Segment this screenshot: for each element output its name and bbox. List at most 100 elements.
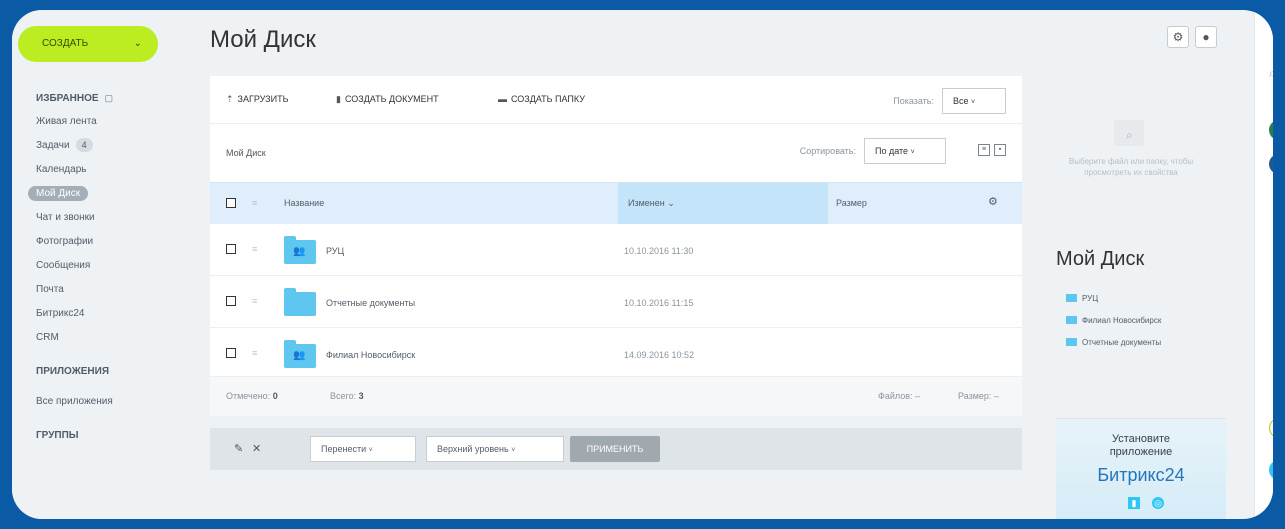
users-icon: 👥 (293, 246, 306, 257)
drive-folder-item[interactable]: Филиал Новосибирск (1066, 314, 1161, 336)
files-sum: Файлов: – (878, 391, 921, 401)
size-sum: Размер: – (958, 391, 999, 401)
column-modified[interactable]: Изменен ⌄ (618, 183, 828, 224)
app-promo-banner[interactable]: Установите приложение Битрикс24 ▮ ◎ (1056, 418, 1226, 519)
sidebar-item-label: Сообщения (36, 260, 91, 271)
sidebar-item-messages[interactable]: Сообщения (12, 254, 190, 278)
row-checkbox[interactable] (226, 244, 236, 254)
target-icon: ◎ (1152, 497, 1164, 509)
sidebar-item-label: ГРУППЫ (36, 430, 79, 441)
show-filter-value: Все (953, 96, 969, 106)
drive-folder-item[interactable]: Отчетные документы (1066, 336, 1161, 358)
table-footer: Отмечено: 0 Всего: 3 Файлов: – Размер: – (210, 376, 1022, 416)
pencil-icon[interactable]: ✎ (234, 442, 243, 455)
drag-handle-icon[interactable]: ≡ (252, 296, 257, 306)
sidebar-item-my-drive[interactable]: Мой Диск (12, 182, 190, 206)
drive-title: Мой Диск (1056, 248, 1145, 270)
sidebar-item-all-apps[interactable]: Все приложения (12, 390, 190, 414)
sidebar-item-calendar[interactable]: Календарь (12, 158, 190, 182)
create-button-label: создать (42, 38, 89, 49)
sidebar-item-chat[interactable]: Чат и звонки (12, 206, 190, 230)
selected-value: 0 (272, 391, 278, 401)
folder-icon: ▬ (498, 94, 507, 104)
breadcrumb-row: Мой Диск Сортировать: По дате ˅ ≡ ▪ (210, 124, 1022, 182)
total-count: Всего: 3 (330, 391, 364, 401)
column-modified-label: Изменен (628, 198, 665, 208)
file-name[interactable]: Филиал Новосибирск (326, 350, 415, 360)
gear-icon[interactable]: ⚙ (988, 195, 998, 208)
total-value: 3 (358, 391, 364, 401)
sidebar-item-label: Все приложения (36, 396, 113, 407)
table-row[interactable]: ≡ 👥 Филиал Новосибирск 14.09.2016 10:52 (210, 328, 1022, 380)
move-select[interactable]: Перенести ˅ (310, 436, 416, 462)
toolbar: ⇡ ЗАГРУЗИТЬ ▮ СОЗДАТЬ ДОКУМЕНТ ▬ СОЗДАТЬ ПА… (210, 76, 1022, 124)
close-icon[interactable]: ✕ (252, 442, 261, 455)
chat-bubble-icon[interactable]: ◖ (1269, 120, 1273, 140)
gear-icon[interactable]: ⚙ (1167, 26, 1189, 48)
breadcrumb[interactable]: Мой Диск (226, 148, 266, 158)
sidebar-item-label: ПРИЛОЖЕНИЯ (36, 366, 110, 377)
promo-brand: Битрикс24 (1097, 465, 1185, 485)
select-all-checkbox[interactable] (226, 198, 236, 208)
sort-value: По дате (875, 146, 909, 156)
apply-button[interactable]: применить (570, 436, 660, 462)
sidebar-item-mail[interactable]: Почта (12, 278, 190, 302)
column-size[interactable]: Размер (836, 198, 867, 208)
drag-handle-icon[interactable]: ≡ (252, 348, 257, 358)
create-document-button[interactable]: ▮ СОЗДАТЬ ДОКУМЕНТ (336, 94, 439, 105)
chevron-down-icon: ⌄ (133, 38, 142, 49)
files-label: Файлов: (878, 391, 913, 401)
sort-desc-icon: ⌄ (667, 198, 675, 208)
preview-area: Выберите файл или папку, чтобы просмотре… (1036, 76, 1220, 214)
create-folder-button[interactable]: ▬ СОЗДАТЬ ПАПКУ (498, 94, 585, 104)
drag-handle-icon[interactable]: ≡ (252, 244, 257, 254)
app-screen: создать ⌄ ИЗБРАННОЕ ▢ Живая лента Задачи 4… (12, 10, 1273, 519)
show-filter-select[interactable]: Все ˅ (942, 88, 1006, 114)
sidebar-section-groups: ГРУППЫ (12, 424, 190, 448)
drive-panel: ⇡ ЗАГРУЗИТЬ ▮ СОЗДАТЬ ДОКУМЕНТ ▬ СОЗДАТЬ ПА… (210, 76, 1022, 416)
settings-circle-icon[interactable]: ● (1195, 26, 1217, 48)
sidebar-item-photos[interactable]: Фотографии (12, 230, 190, 254)
sidebar-item-bitrix24[interactable]: Битрикс24 (12, 302, 190, 326)
file-modified: 10.10.2016 11:15 (624, 298, 694, 308)
folder-icon (284, 288, 316, 316)
group-actions-bar: ✎ ✕ Перенести ˅ Верхний уровень ˅ примен… (210, 428, 1022, 470)
row-checkbox[interactable] (226, 348, 236, 358)
sidebar-item-live-feed[interactable]: Живая лента (12, 110, 190, 134)
row-checkbox[interactable] (226, 296, 236, 306)
table-row[interactable]: ≡ Отчетные документы 10.10.2016 11:15 (210, 276, 1022, 328)
sidebar-item-crm[interactable]: CRM (12, 326, 190, 350)
sort-select[interactable]: По дате ˅ (864, 138, 946, 164)
settings-square-icon[interactable]: ▢ (105, 93, 114, 103)
top-icons: ⚙ ● (1167, 26, 1217, 48)
search-icon[interactable]: ⌕ (1269, 66, 1273, 81)
drive-folder-list: РУЦ Филиал Новосибирск Отчетные документ… (1066, 292, 1161, 358)
drive-folder-item[interactable]: РУЦ (1066, 292, 1161, 314)
sidebar-item-label: CRM (36, 332, 59, 343)
sidebar-item-label: Чат и звонки (36, 212, 95, 223)
bitrix24-icon[interactable]: 24 (1269, 154, 1273, 174)
upload-button[interactable]: ⇡ ЗАГРУЗИТЬ (226, 94, 289, 105)
tasks-count-badge: 4 (75, 138, 93, 152)
column-name[interactable]: Название (284, 198, 324, 208)
list-view-icon[interactable]: ≡ (978, 144, 990, 156)
file-name[interactable]: Отчетные документы (326, 298, 415, 308)
view-switcher: ≡ ▪ (978, 144, 1006, 156)
shared-folder-icon: 👥 (284, 340, 316, 368)
grid-view-icon[interactable]: ▪ (994, 144, 1006, 156)
chevron-down-icon: ˅ (511, 447, 516, 454)
create-button[interactable]: создать ⌄ (18, 26, 158, 62)
add-icon[interactable]: + (1269, 460, 1273, 480)
folder-search-icon (1114, 120, 1144, 146)
sidebar-item-label: Фотографии (36, 236, 94, 247)
table-row[interactable]: ≡ 👥 РУЦ 10.10.2016 11:30 (210, 224, 1022, 276)
selected-label: Отмечено: (226, 391, 271, 401)
level-select[interactable]: Верхний уровень ˅ (426, 436, 564, 462)
sidebar-item-label: Живая лента (36, 116, 97, 127)
sidebar-item-tasks[interactable]: Задачи 4 (12, 134, 190, 158)
sidebar-section-favorites: ИЗБРАННОЕ ▢ (12, 86, 190, 110)
document-icon: ▮ (336, 94, 341, 104)
info-icon[interactable]: ! (1269, 418, 1273, 438)
show-filter-label: Показать: (893, 96, 934, 106)
file-name[interactable]: РУЦ (326, 246, 344, 256)
